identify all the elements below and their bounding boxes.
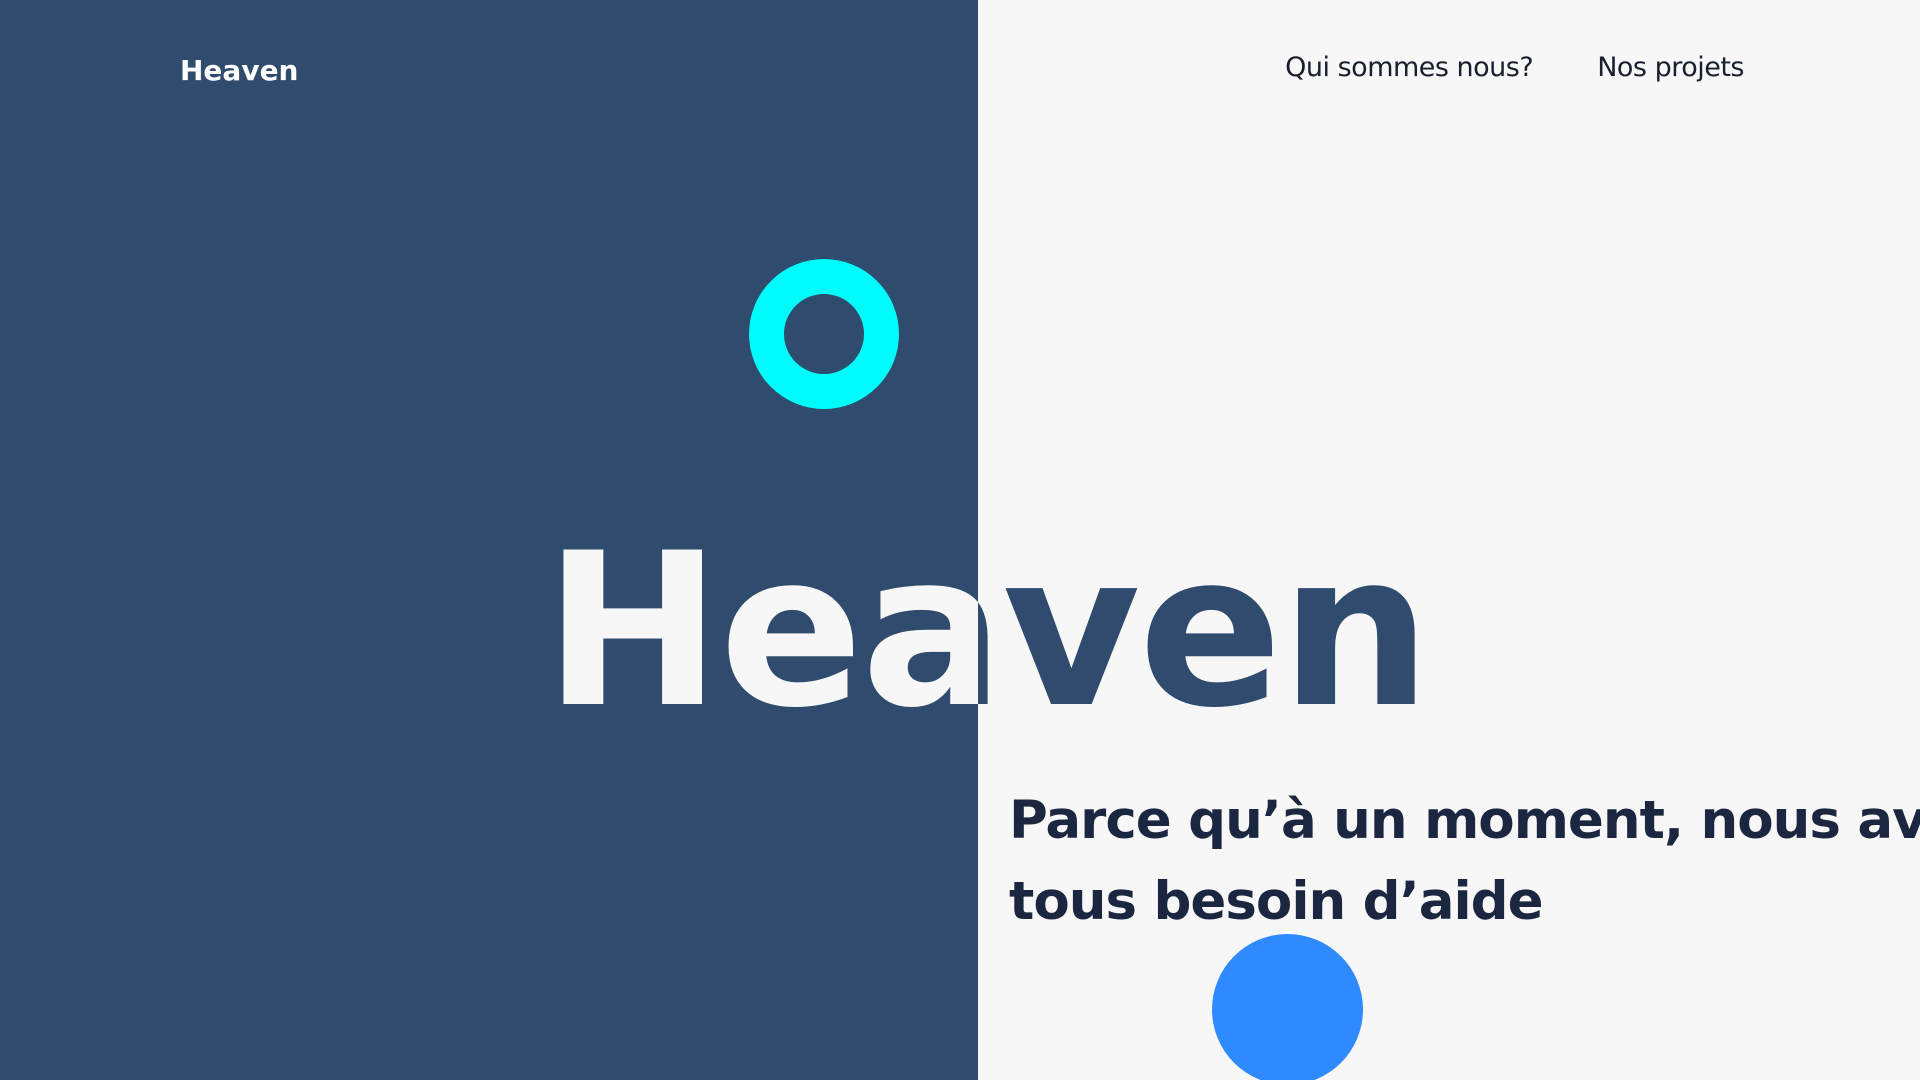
nav-link-projects[interactable]: Nos projets	[1597, 52, 1744, 83]
hero-subtitle: Parce qu’à un moment, nous avons tous be…	[1009, 790, 1920, 932]
hero-title-overlay-clip: Heaven	[0, 0, 978, 1080]
main-nav: Qui sommes nous? Nos projets	[1285, 52, 1744, 83]
nav-link-about[interactable]: Qui sommes nous?	[1285, 52, 1534, 83]
hero-title-overlay: Heaven	[544, 507, 978, 754]
decorative-dot	[1212, 934, 1363, 1080]
landing-page: Heaven Qui sommes nous? Nos projets Heav…	[0, 0, 1920, 1080]
